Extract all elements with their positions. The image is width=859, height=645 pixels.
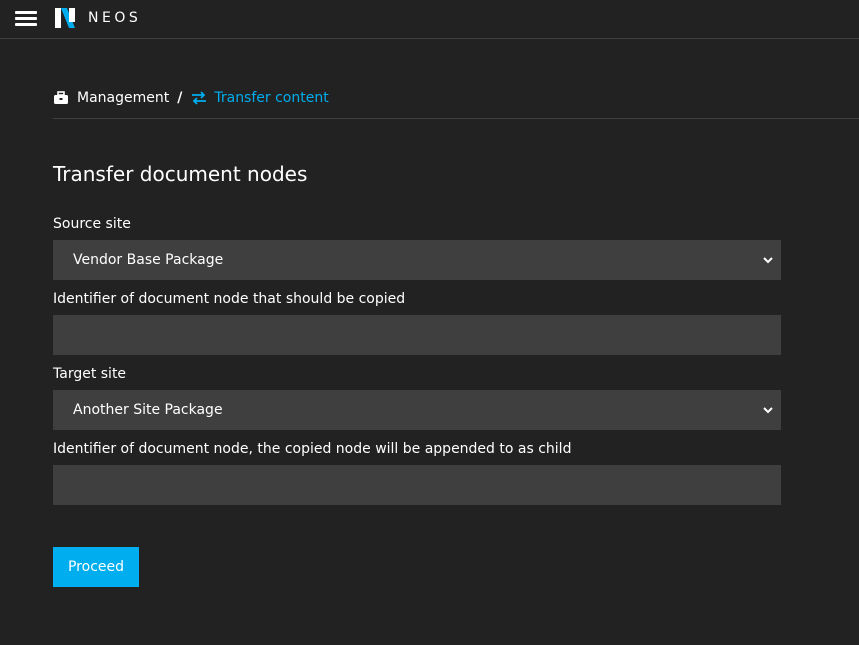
source-node-label: Identifier of document node that should … xyxy=(53,291,406,307)
target-site-value: Another Site Package xyxy=(73,402,223,418)
breadcrumb-separator: / xyxy=(177,90,183,106)
target-site-select[interactable]: Another Site Package xyxy=(53,390,781,430)
target-node-label: Identifier of document node, the copied … xyxy=(53,441,572,457)
source-site-label: Source site xyxy=(53,216,131,232)
page-title: Transfer document nodes xyxy=(53,162,308,186)
breadcrumb: Management / Transfer content xyxy=(53,88,329,108)
source-site-select[interactable]: Vendor Base Package xyxy=(53,240,781,280)
breadcrumb-current-label: Transfer content xyxy=(214,90,329,106)
neos-logo-icon[interactable] xyxy=(53,6,77,30)
brand-name[interactable]: NEOS xyxy=(88,10,141,26)
chevron-down-icon xyxy=(763,257,773,264)
hamburger-icon[interactable] xyxy=(15,9,37,27)
top-bar: NEOS xyxy=(0,0,859,39)
chevron-down-icon xyxy=(763,407,773,414)
target-node-input[interactable] xyxy=(53,465,781,505)
breadcrumb-divider xyxy=(53,118,859,119)
breadcrumb-transfer-content[interactable]: Transfer content xyxy=(191,90,329,106)
briefcase-icon xyxy=(54,91,68,104)
source-node-input[interactable] xyxy=(53,315,781,355)
breadcrumb-management[interactable]: Management xyxy=(77,90,169,106)
exchange-icon xyxy=(192,91,207,105)
target-site-label: Target site xyxy=(53,366,127,382)
proceed-button[interactable]: Proceed xyxy=(53,547,139,587)
source-site-value: Vendor Base Package xyxy=(73,252,224,268)
